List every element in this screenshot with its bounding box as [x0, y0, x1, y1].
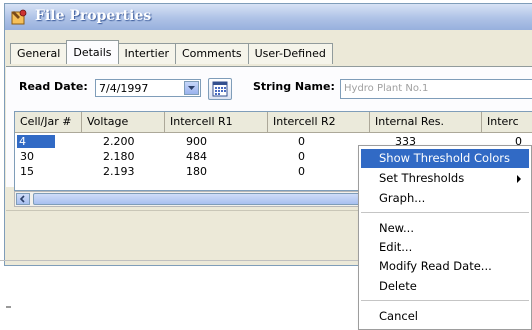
column-header-internal-res[interactable]: Internal Res. [370, 112, 482, 132]
column-header-cell-jar[interactable]: Cell/Jar # [15, 112, 82, 132]
cell-intercell-r2[interactable]: 0 [298, 150, 305, 163]
submenu-arrow-icon [517, 175, 521, 183]
tab-comments[interactable]: Comments [174, 43, 249, 64]
dropdown-arrow-button[interactable] [184, 81, 199, 95]
menu-separator [361, 300, 529, 301]
divider [6, 306, 11, 308]
tab-details[interactable]: Details [66, 40, 119, 64]
cell-intercell-r1[interactable]: 180 [186, 165, 207, 178]
string-name-field[interactable]: Hydro Plant No.1 [340, 79, 532, 99]
window-title: File Properties [35, 8, 152, 24]
cell-intercell-r2[interactable]: 0 [298, 135, 305, 148]
menu-item-new[interactable]: New... [361, 219, 529, 238]
menu-item-modify-read-date[interactable]: Modify Read Date... [361, 257, 529, 276]
cell-intercell-r1[interactable]: 484 [186, 150, 207, 163]
menu-item-label: Set Thresholds [379, 171, 465, 185]
chevron-left-icon [19, 195, 25, 203]
tab-strip: General Details Intertier Comments User-… [10, 40, 333, 67]
column-header-voltage[interactable]: Voltage [82, 112, 165, 132]
column-header-interc[interactable]: Interc [482, 112, 532, 132]
grid-header: Cell/Jar # Voltage Intercell R1 Intercel… [15, 112, 532, 133]
tab-intertier[interactable]: Intertier [117, 43, 176, 64]
chevron-down-icon [188, 86, 195, 90]
cell-intercell-r1[interactable]: 900 [186, 135, 207, 148]
scroll-left-button[interactable] [16, 193, 30, 205]
read-date-select[interactable]: 7/4/1997 [95, 79, 201, 97]
read-date-label: Read Date: [19, 80, 88, 93]
tab-general[interactable]: General [10, 43, 68, 64]
calendar-button[interactable] [208, 78, 232, 100]
string-name-label: String Name: [253, 80, 335, 93]
read-date-value: 7/4/1997 [99, 82, 149, 95]
cell-jar[interactable]: 30 [20, 150, 34, 163]
scrollbar-thumb[interactable] [33, 193, 373, 205]
menu-item-delete[interactable]: Delete [361, 277, 529, 296]
cell-intercell-r2[interactable]: 0 [298, 165, 305, 178]
cell-jar[interactable]: 4 [17, 135, 55, 148]
calendar-icon [212, 81, 228, 97]
column-header-intercell-r1[interactable]: Intercell R1 [165, 112, 268, 132]
context-menu: Show Threshold Colors Set Thresholds Gra… [358, 145, 532, 330]
menu-item-graph[interactable]: Graph... [361, 189, 529, 208]
tools-icon [11, 9, 27, 25]
menu-item-edit[interactable]: Edit... [361, 238, 529, 257]
cell-voltage[interactable]: 2.180 [103, 150, 135, 163]
menu-item-set-thresholds[interactable]: Set Thresholds [361, 169, 529, 188]
column-header-intercell-r2[interactable]: Intercell R2 [268, 112, 370, 132]
menu-item-show-threshold-colors[interactable]: Show Threshold Colors [361, 149, 529, 168]
cell-jar[interactable]: 15 [20, 165, 34, 178]
menu-separator [361, 212, 529, 213]
cell-voltage[interactable]: 2.193 [103, 165, 135, 178]
tab-user-defined[interactable]: User-Defined [247, 43, 333, 64]
string-name-value: Hydro Plant No.1 [344, 83, 429, 94]
cell-voltage[interactable]: 2.200 [103, 135, 135, 148]
title-bar[interactable]: File Properties [5, 4, 532, 30]
menu-item-cancel[interactable]: Cancel [361, 307, 529, 326]
